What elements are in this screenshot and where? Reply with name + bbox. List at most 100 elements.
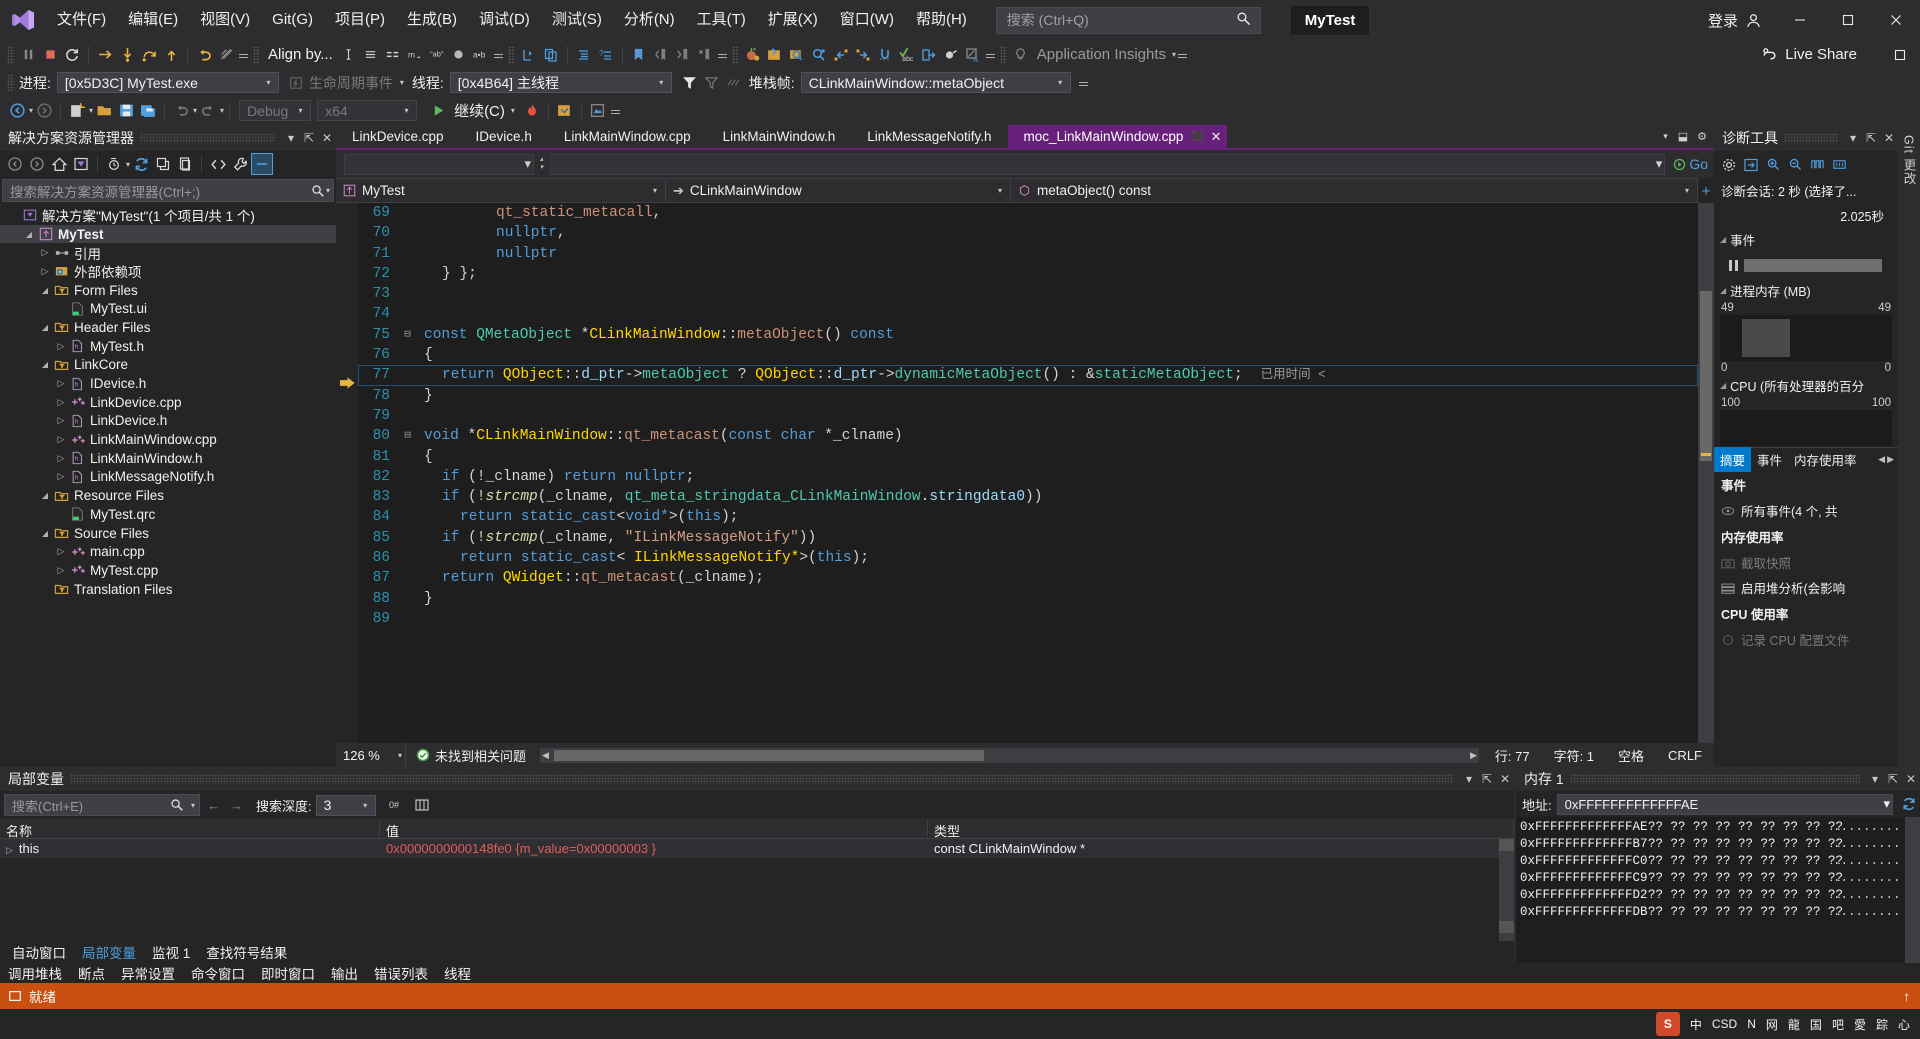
- debugbar-overflow-icon[interactable]: [1077, 72, 1090, 94]
- break-all-icon[interactable]: [17, 44, 39, 66]
- tree-item[interactable]: ▷ h LinkMessageNotify.h: [0, 468, 336, 487]
- tab-split-icon[interactable]: ⬓: [1675, 130, 1691, 143]
- chevron-down-icon[interactable]: ◢: [1720, 381, 1726, 390]
- redo-chevron-down-icon[interactable]: ▾: [219, 106, 224, 115]
- solution-platform-combo[interactable]: x64 ▾: [317, 100, 418, 121]
- tree-item[interactable]: ▷ LinkDevice.cpp: [0, 393, 336, 412]
- code-line-text[interactable]: nullptr,: [402, 223, 1698, 243]
- editor-tab-strip[interactable]: LinkDevice.cpp IDevice.h LinkMainWindow.cp…: [336, 125, 1714, 150]
- panel-chevron-down-icon[interactable]: ▾: [1866, 772, 1884, 786]
- expand-arrow-icon[interactable]: ▷: [54, 565, 68, 576]
- redo-icon[interactable]: [197, 100, 219, 122]
- tab-exception-settings[interactable]: 异常设置: [121, 963, 175, 983]
- global-search-box[interactable]: 搜索 (Ctrl+Q): [995, 6, 1261, 34]
- code-line-text[interactable]: return static_cast< ILinkMessageNotify*>…: [402, 548, 1698, 568]
- close-button[interactable]: [1872, 0, 1920, 40]
- memory-row[interactable]: 0xFFFFFFFFFFFFFDB?? ?? ?? ?? ?? ?? ?? ??…: [1516, 903, 1905, 920]
- code-line-text[interactable]: [402, 406, 1698, 426]
- chevron-down-icon[interactable]: ◢: [1720, 286, 1726, 295]
- code-line-text[interactable]: return QObject::d_ptr->metaObject ? QObj…: [402, 365, 1698, 385]
- tree-item[interactable]: ▷ main.cpp: [0, 542, 336, 561]
- tab-locals[interactable]: 局部变量: [74, 940, 144, 965]
- menu-item-view[interactable]: 视图(V): [189, 0, 261, 40]
- locals-toolbar[interactable]: 搜索(Ctrl+E) ▾ ← → 搜索深度: 3 ▾ 0#: [0, 791, 1514, 819]
- menu-item-tools[interactable]: 工具(T): [686, 0, 757, 40]
- diagnostic-toolbar[interactable]: [1714, 151, 1898, 178]
- memory-row-hex[interactable]: ?? ?? ?? ?? ?? ?? ?? ?? ??: [1648, 888, 1843, 902]
- tray-item-6[interactable]: 愛: [1854, 1016, 1866, 1033]
- tab-error-list[interactable]: 错误列表: [374, 963, 428, 983]
- solution-configuration-combo[interactable]: Debug ▾: [239, 100, 312, 121]
- expand-arrow-icon[interactable]: ▷: [54, 453, 68, 464]
- editor-tab[interactable]: IDevice.h: [459, 125, 548, 150]
- tree-item[interactable]: ▷ h LinkMainWindow.h: [0, 449, 336, 468]
- code-line-text[interactable]: [402, 304, 1698, 324]
- code-line[interactable]: 88}: [358, 589, 1698, 609]
- properties-wrench-icon[interactable]: [229, 153, 251, 175]
- bookmark-overflow-icon[interactable]: [716, 44, 729, 66]
- locals-search-input[interactable]: 搜索(Ctrl+E) ▾: [4, 794, 200, 816]
- editor-vertical-scrollbar[interactable]: [1698, 203, 1714, 743]
- code-line[interactable]: 85 if (!strcmp(_clname, "ILinkMessageNoti…: [358, 528, 1698, 548]
- toggle-thread-view-icon[interactable]: [723, 72, 745, 94]
- quick-find-icon[interactable]: [808, 44, 830, 66]
- tray-item-2[interactable]: 网: [1766, 1016, 1778, 1033]
- toolbar-grip[interactable]: [731, 45, 739, 64]
- chevron-down-icon[interactable]: ▾: [524, 156, 531, 172]
- tab-command-window[interactable]: 命令窗口: [191, 963, 245, 983]
- tab-list-chevron-down-icon[interactable]: ▾: [1659, 131, 1672, 142]
- tree-item[interactable]: MyTest.qrc: [0, 505, 336, 524]
- panel-chevron-down-icon[interactable]: ▾: [1844, 131, 1862, 145]
- preview-selected-items-icon[interactable]: [251, 153, 274, 175]
- tree-item[interactable]: ◢ Header Files: [0, 318, 336, 337]
- tray-item-7[interactable]: 踪: [1876, 1016, 1888, 1033]
- code-line[interactable]: 76 {: [358, 345, 1698, 365]
- panel-pin-icon[interactable]: ⇱: [1884, 772, 1902, 786]
- code-line[interactable]: 72} };: [358, 264, 1698, 284]
- go-to-prev-icon[interactable]: [830, 44, 852, 66]
- menu-bar[interactable]: 文件(F) 编辑(E) 视图(V) Git(G) 项目(P) 生成(B) 调试(…: [46, 0, 978, 40]
- tab-call-stack[interactable]: 调用堆栈: [8, 963, 62, 983]
- editor-horizontal-scrollbar[interactable]: ◀ ▶: [540, 747, 1479, 763]
- code-line-text[interactable]: }: [402, 589, 1698, 609]
- regex-icon[interactable]: %: [962, 44, 984, 66]
- locals-grid[interactable]: 名称 值 类型 ▷ this 0x0000000000148fe0 {m_value…: [0, 819, 1514, 941]
- live-share-icon[interactable]: [1758, 44, 1780, 66]
- collapse-arrow-icon[interactable]: ◢: [38, 360, 52, 369]
- debug-location-toolbar[interactable]: 进程: [0x5D3C] MyTest.exe ▾ 生命周期事件 ▾ 线程: […: [0, 69, 1920, 96]
- memory-row[interactable]: 0xFFFFFFFFFFFFFC9?? ?? ?? ?? ?? ?? ?? ??…: [1516, 869, 1905, 886]
- go-button[interactable]: Go: [1667, 153, 1714, 175]
- column-settings-icon[interactable]: [411, 794, 433, 816]
- expand-arrow-icon[interactable]: ▷: [38, 247, 52, 258]
- system-tray[interactable]: S 中 CSD N 网 龍 国 吧 愛 踪 心: [0, 1009, 1920, 1039]
- memory-address-input[interactable]: 0xFFFFFFFFFFFFFAE ▾: [1556, 793, 1893, 815]
- go-to-next-icon[interactable]: [852, 44, 874, 66]
- extract-method-icon[interactable]: [918, 44, 940, 66]
- code-line-text[interactable]: ⊟ void *CLinkMainWindow::qt_metacast(cons…: [402, 426, 1698, 446]
- standard-overflow-icon[interactable]: [609, 100, 622, 122]
- new-project-icon[interactable]: [66, 100, 88, 122]
- chevron-down-icon[interactable]: ▾: [358, 801, 373, 810]
- align-strings-icon[interactable]: "ab": [426, 44, 448, 66]
- solution-explorer-search[interactable]: 搜索解决方案资源管理器(Ctrl+;) ▾: [2, 179, 334, 202]
- menu-item-project[interactable]: 项目(P): [324, 0, 396, 40]
- select-tools-icon[interactable]: [1740, 154, 1762, 176]
- panel-chevron-down-icon[interactable]: ▾: [282, 131, 300, 145]
- step-out-icon[interactable]: [160, 44, 182, 66]
- nav-class-combo[interactable]: ➔ CLinkMainWindow ▾: [666, 178, 1011, 203]
- nav-member-combo[interactable]: metaObject() const ▾: [1011, 178, 1698, 203]
- tree-item[interactable]: ▷ MyTest.cpp: [0, 561, 336, 580]
- tree-item[interactable]: ▷ h LinkDevice.h: [0, 412, 336, 431]
- code-line-text[interactable]: return static_cast<void*>(this);: [402, 507, 1698, 527]
- toolbar-grip[interactable]: [253, 45, 260, 64]
- show-next-statement-icon[interactable]: [94, 44, 116, 66]
- code-line-text[interactable]: if (!_clname) return nullptr;: [402, 467, 1698, 487]
- zoom-fit-icon[interactable]: [1828, 154, 1850, 176]
- menu-item-git[interactable]: Git(G): [261, 0, 324, 40]
- toolbar-grip[interactable]: [999, 45, 1007, 64]
- code-line[interactable]: 83 if (!strcmp(_clname, qt_meta_stringdat…: [358, 487, 1698, 507]
- tab-pin-icon[interactable]: ⬛: [1192, 131, 1203, 142]
- tree-item[interactable]: ◢ Form Files: [0, 281, 336, 300]
- collapse-arrow-icon[interactable]: ◢: [38, 529, 52, 538]
- panel-drag-dots[interactable]: [70, 774, 1454, 784]
